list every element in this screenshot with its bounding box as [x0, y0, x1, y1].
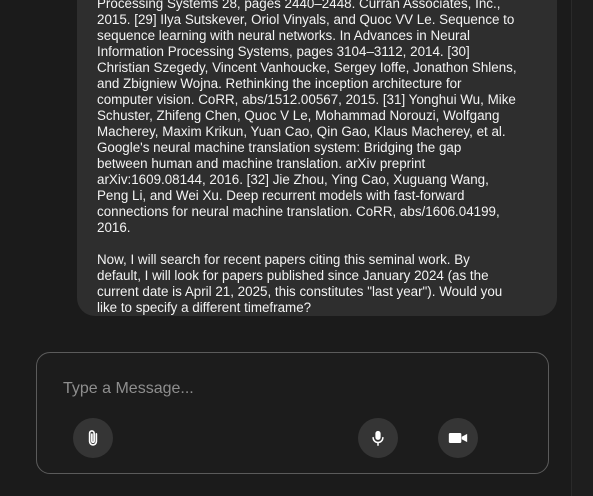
microphone-button[interactable]: [358, 418, 398, 458]
message-references-paragraph: Processing Systems 28, pages 2440–2448. …: [97, 0, 517, 235]
video-camera-icon: [448, 431, 468, 445]
message-composer: [36, 352, 549, 474]
video-button[interactable]: [438, 418, 478, 458]
assistant-message-bubble: Processing Systems 28, pages 2440–2448. …: [77, 0, 557, 316]
message-question-paragraph: Now, I will search for recent papers cit…: [97, 252, 503, 315]
attach-button[interactable]: [73, 418, 113, 458]
microphone-icon: [369, 428, 387, 448]
paperclip-icon: [84, 428, 102, 448]
scrollbar-track[interactable]: [572, 0, 593, 496]
message-input[interactable]: [63, 377, 503, 401]
